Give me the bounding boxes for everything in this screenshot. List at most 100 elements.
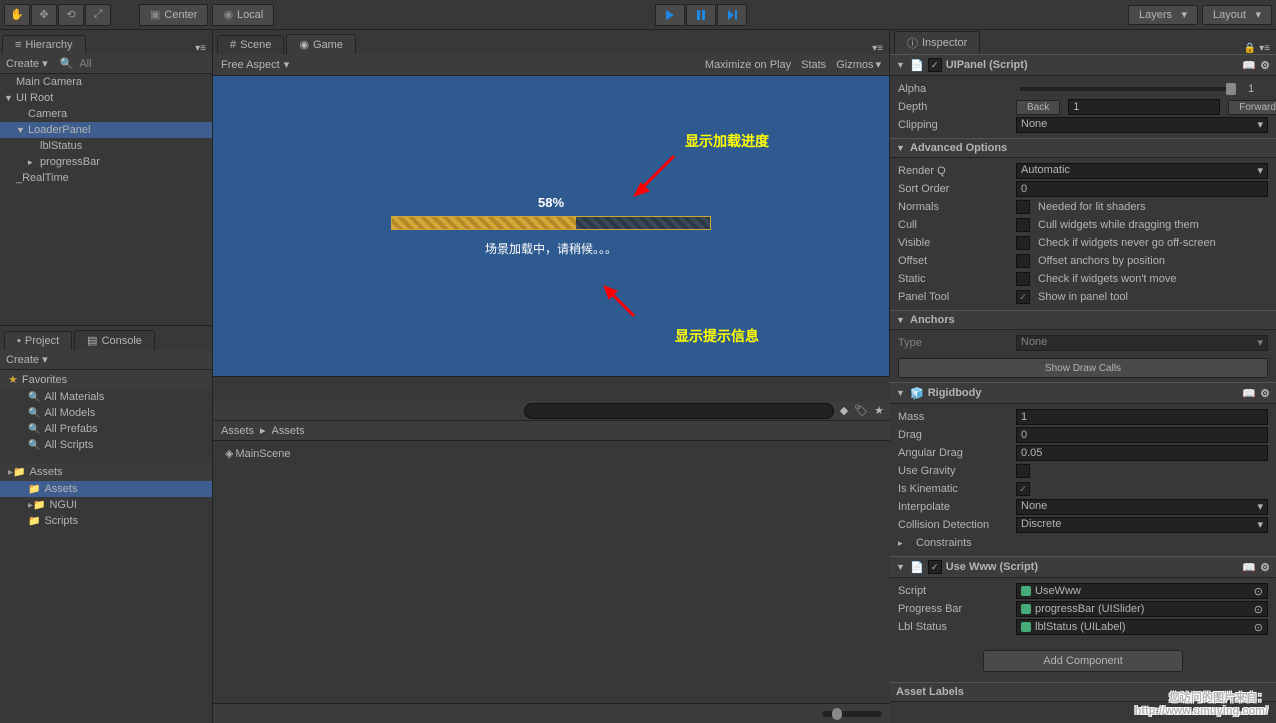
lblstatus-field[interactable]: lblStatus (UILabel)⊙ xyxy=(1016,619,1268,635)
game-tab[interactable]: ◉Game xyxy=(286,34,356,54)
inspector-tab[interactable]: ⓘInspector xyxy=(894,31,980,54)
tree-item[interactable]: ▼UI Root xyxy=(0,90,212,106)
tree-item[interactable]: lblStatus xyxy=(0,138,212,154)
favorite-item[interactable]: 🔍All Scripts xyxy=(0,437,212,453)
progressbar-field[interactable]: progressBar (UISlider)⊙ xyxy=(1016,601,1268,617)
angulardrag-label: Angular Drag xyxy=(898,447,1008,459)
help-icon[interactable]: 📖 xyxy=(1242,59,1256,72)
normals-checkbox[interactable] xyxy=(1016,200,1030,214)
clipping-dropdown[interactable]: None▾ xyxy=(1016,117,1268,133)
scale-tool[interactable]: ⤢ xyxy=(85,4,111,26)
project-tab[interactable]: ▪Project xyxy=(4,331,72,350)
script-label: Script xyxy=(898,585,1008,597)
constraints-label[interactable]: Constraints xyxy=(916,537,972,549)
filter-icon[interactable]: ◆ xyxy=(840,404,848,417)
help-icon[interactable]: 📖 xyxy=(1242,387,1256,400)
favorites-header[interactable]: ★Favorites xyxy=(0,370,212,389)
console-tab[interactable]: ▤Console xyxy=(74,330,155,350)
interpolate-dropdown[interactable]: None▾ xyxy=(1016,499,1268,515)
panel-menu-icon[interactable]: ▾≡ xyxy=(195,43,206,54)
pause-button[interactable] xyxy=(686,4,716,26)
tag-icon[interactable]: 🏷 xyxy=(854,404,868,417)
gizmos-toggle[interactable]: Gizmos xyxy=(836,59,873,71)
breadcrumb: Assets ▸ Assets xyxy=(213,421,890,441)
static-checkbox[interactable] xyxy=(1016,272,1030,286)
play-button[interactable] xyxy=(655,4,685,26)
gear-icon[interactable]: ⚙ xyxy=(1260,387,1270,400)
enable-checkbox[interactable] xyxy=(928,560,942,574)
pivot-toggle[interactable]: ▣Center xyxy=(139,4,208,26)
search-label[interactable]: All xyxy=(79,58,91,70)
tree-item[interactable]: _RealTime xyxy=(0,170,212,186)
star-icon[interactable]: ★ xyxy=(874,404,884,417)
drag-input[interactable] xyxy=(1016,427,1268,443)
create-dropdown[interactable]: Create ▾ xyxy=(6,353,48,366)
step-button[interactable] xyxy=(717,4,747,26)
favorite-item[interactable]: 🔍All Materials xyxy=(0,389,212,405)
move-tool[interactable]: ✥ xyxy=(31,4,57,26)
breadcrumb-item[interactable]: Assets xyxy=(221,425,254,437)
usewww-header[interactable]: ▼ 📄 Use Www (Script) 📖 ⚙ xyxy=(890,556,1276,578)
add-component-button[interactable]: Add Component xyxy=(983,650,1183,672)
progress-empty xyxy=(576,217,710,229)
visible-checkbox[interactable] xyxy=(1016,236,1030,250)
drawcalls-button[interactable]: Show Draw Calls xyxy=(898,358,1268,378)
tree-item[interactable]: Camera xyxy=(0,106,212,122)
lock-icon[interactable]: 🔒 ▾≡ xyxy=(1244,43,1270,54)
asset-item[interactable]: ◈MainScene xyxy=(221,445,882,462)
hierarchy-tab[interactable]: ≡Hierarchy xyxy=(2,35,86,54)
assets-header[interactable]: ▸📁Assets xyxy=(0,463,212,481)
gear-icon[interactable]: ⚙ xyxy=(1260,561,1270,574)
folder-item-selected[interactable]: 📁Assets xyxy=(0,481,212,497)
tree-item[interactable]: Main Camera xyxy=(0,74,212,90)
rigidbody-header[interactable]: ▼ 🧊 Rigidbody 📖 ⚙ xyxy=(890,382,1276,404)
search-input[interactable] xyxy=(524,403,833,419)
folder-item[interactable]: ▸📁NGUI xyxy=(0,497,212,513)
offset-checkbox[interactable] xyxy=(1016,254,1030,268)
angulardrag-input[interactable] xyxy=(1016,445,1268,461)
stats-toggle[interactable]: Stats xyxy=(801,59,826,71)
alpha-slider[interactable] xyxy=(1020,87,1236,91)
object-icon xyxy=(1021,604,1031,614)
anchors-header[interactable]: ▼Anchors xyxy=(890,310,1276,330)
annotation-2: 显示提示信息 xyxy=(675,326,759,346)
depth-back-button[interactable]: Back xyxy=(1016,100,1060,115)
layout-dropdown[interactable]: Layout▾ xyxy=(1202,5,1272,25)
tree-item-selected[interactable]: ▼LoaderPanel xyxy=(0,122,212,138)
gravity-checkbox[interactable] xyxy=(1016,464,1030,478)
paneltool-checkbox[interactable] xyxy=(1016,290,1030,304)
create-dropdown[interactable]: Create ▾ xyxy=(6,57,48,70)
favorite-item[interactable]: 🔍All Prefabs xyxy=(0,421,212,437)
depth-forward-button[interactable]: Forward xyxy=(1228,100,1276,115)
hand-tool[interactable]: ✋ xyxy=(4,4,30,26)
cull-checkbox[interactable] xyxy=(1016,218,1030,232)
breadcrumb-item[interactable]: Assets xyxy=(272,425,305,437)
type-dropdown[interactable]: None▾ xyxy=(1016,335,1268,351)
maximize-toggle[interactable]: Maximize on Play xyxy=(705,59,791,71)
help-icon[interactable]: 📖 xyxy=(1242,561,1256,574)
advanced-options-header[interactable]: ▼Advanced Options xyxy=(890,138,1276,158)
kinematic-checkbox[interactable] xyxy=(1016,482,1030,496)
depth-input[interactable] xyxy=(1068,99,1220,115)
uipanel-header[interactable]: ▼ 📄 UIPanel (Script) 📖 ⚙ xyxy=(890,54,1276,76)
mass-input[interactable] xyxy=(1016,409,1268,425)
zoom-slider[interactable] xyxy=(822,711,882,717)
folder-item[interactable]: 📁Scripts xyxy=(0,513,212,529)
space-toggle[interactable]: ◉Local xyxy=(212,4,274,26)
renderq-dropdown[interactable]: Automatic▾ xyxy=(1016,163,1268,179)
favorite-item[interactable]: 🔍All Models xyxy=(0,405,212,421)
rotate-tool[interactable]: ⟲ xyxy=(58,4,84,26)
paneltool-label: Panel Tool xyxy=(898,291,1008,303)
script-field[interactable]: UseWww⊙ xyxy=(1016,583,1268,599)
aspect-dropdown[interactable]: Free Aspect xyxy=(221,59,280,71)
collision-dropdown[interactable]: Discrete▾ xyxy=(1016,517,1268,533)
panel-menu-icon[interactable]: ▾≡ xyxy=(872,43,883,54)
tree-item[interactable]: ▸progressBar xyxy=(0,154,212,170)
sortorder-input[interactable] xyxy=(1016,181,1268,197)
alpha-value: 1 xyxy=(1248,83,1268,95)
enable-checkbox[interactable] xyxy=(928,58,942,72)
scene-tab[interactable]: #Scene xyxy=(217,35,284,54)
inspector-tabs: ⓘInspector 🔒 ▾≡ xyxy=(890,30,1276,54)
layers-dropdown[interactable]: Layers▾ xyxy=(1128,5,1198,25)
gear-icon[interactable]: ⚙ xyxy=(1260,59,1270,72)
